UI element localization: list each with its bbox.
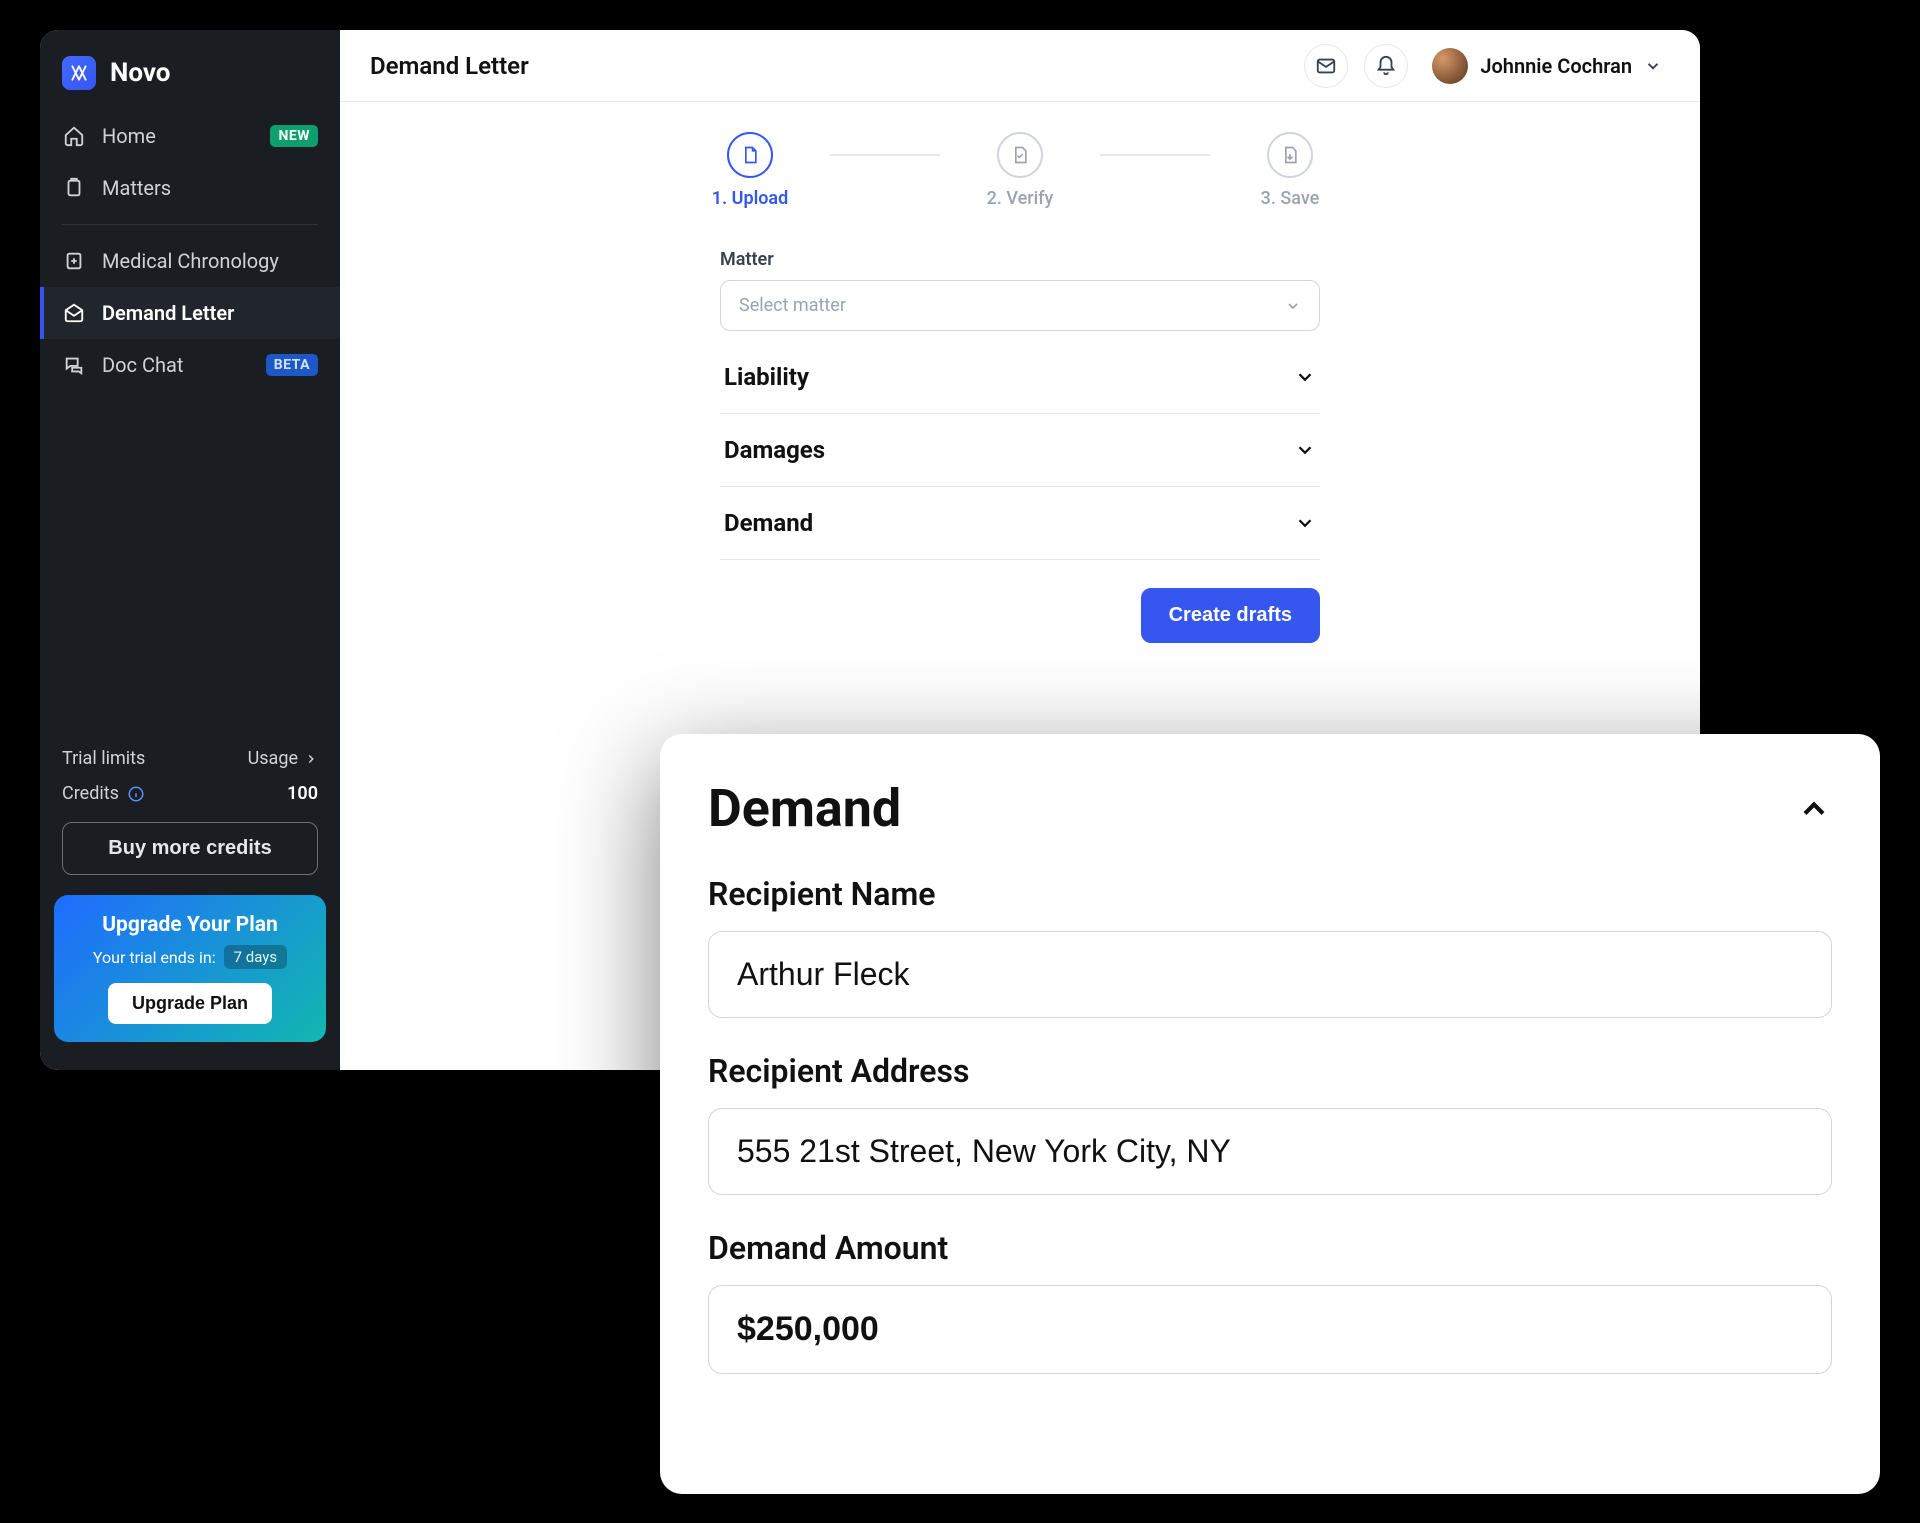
sidebar-item-matters[interactable]: Matters	[40, 162, 340, 214]
chevron-down-icon	[1285, 298, 1301, 314]
step-upload[interactable]: 1. Upload	[670, 132, 830, 209]
usage-link[interactable]: Usage	[248, 748, 318, 769]
step-label: 3. Save	[1261, 188, 1320, 209]
stepper: 1. Upload 2. Verify	[670, 132, 1370, 209]
mail-button[interactable]	[1304, 44, 1348, 88]
upgrade-subtitle: Your trial ends in: 7 days	[72, 945, 308, 969]
trial-limits-label: Trial limits	[62, 748, 145, 769]
buy-credits-button[interactable]: Buy more credits	[62, 822, 318, 875]
chevron-down-icon	[1644, 57, 1662, 75]
step-label: 2. Verify	[987, 188, 1054, 209]
accordion-title: Demand	[724, 509, 813, 537]
sidebar-item-home[interactable]: Home NEW	[40, 110, 340, 162]
brand-logo-icon	[62, 56, 96, 90]
sidebar-item-medical-chronology[interactable]: Medical Chronology	[40, 235, 340, 287]
demand-panel: Demand Recipient Name Recipient Address …	[660, 734, 1880, 1494]
upgrade-plan-button[interactable]: Upgrade Plan	[108, 983, 272, 1024]
chevron-up-icon[interactable]	[1796, 791, 1832, 827]
brand-name: Novo	[110, 58, 170, 88]
matter-placeholder: Select matter	[739, 295, 846, 316]
demand-amount-input[interactable]	[708, 1285, 1832, 1374]
mail-icon	[1315, 55, 1337, 77]
step-label: 1. Upload	[712, 188, 788, 209]
chevron-down-icon	[1294, 512, 1316, 534]
chat-icon	[62, 353, 86, 377]
accordion-demand[interactable]: Demand	[720, 487, 1320, 560]
accordion-liability[interactable]: Liability	[720, 341, 1320, 414]
matter-select[interactable]: Select matter	[720, 280, 1320, 331]
chevron-down-icon	[1294, 366, 1316, 388]
demand-amount-label: Demand Amount	[708, 1229, 1832, 1267]
nav-divider	[62, 224, 318, 225]
upgrade-title: Upgrade Your Plan	[72, 913, 308, 937]
home-icon	[62, 124, 86, 148]
notifications-button[interactable]	[1364, 44, 1408, 88]
brand: Novo	[40, 48, 340, 110]
chevron-down-icon	[1294, 439, 1316, 461]
medical-icon	[62, 249, 86, 273]
recipient-name-input[interactable]	[708, 931, 1832, 1018]
avatar	[1432, 48, 1468, 84]
accordion-title: Damages	[724, 436, 825, 464]
sidebar-item-label: Matters	[102, 176, 171, 200]
trial-limits-section: Trial limits Usage Credits 100 Buy more	[40, 748, 340, 875]
topbar: Demand Letter Johnnie Cochran	[340, 30, 1700, 102]
step-connector	[1100, 154, 1210, 156]
bell-icon	[1375, 55, 1397, 77]
usage-label: Usage	[248, 748, 298, 769]
create-drafts-button[interactable]: Create drafts	[1141, 588, 1320, 643]
sidebar-item-doc-chat[interactable]: Doc Chat BETA	[40, 339, 340, 391]
step-save[interactable]: 3. Save	[1210, 132, 1370, 209]
mail-open-icon	[62, 301, 86, 325]
new-badge: NEW	[270, 125, 318, 147]
sidebar-item-label: Home	[102, 124, 156, 148]
matter-label: Matter	[720, 249, 1320, 270]
sidebar-item-label: Medical Chronology	[102, 249, 279, 273]
beta-badge: BETA	[266, 354, 318, 376]
user-name: Johnnie Cochran	[1480, 54, 1632, 78]
form-area: Matter Select matter Liability Damages	[720, 249, 1320, 643]
chevron-right-icon	[304, 752, 318, 766]
step-verify[interactable]: 2. Verify	[940, 132, 1100, 209]
sidebar-nav: Home NEW Matters Medical Chronology	[40, 110, 340, 391]
credits-value: 100	[287, 783, 318, 804]
sidebar-item-demand-letter[interactable]: Demand Letter	[40, 287, 340, 339]
upgrade-card: Upgrade Your Plan Your trial ends in: 7 …	[54, 895, 326, 1042]
user-menu[interactable]: Johnnie Cochran	[1424, 44, 1670, 88]
sidebar: Novo Home NEW Matters Medica	[40, 30, 340, 1070]
verify-icon	[1010, 145, 1030, 165]
sidebar-item-label: Demand Letter	[102, 301, 234, 325]
document-icon	[740, 145, 760, 165]
page-title: Demand Letter	[370, 52, 529, 80]
save-icon	[1280, 145, 1300, 165]
accordion-damages[interactable]: Damages	[720, 414, 1320, 487]
step-connector	[830, 154, 940, 156]
recipient-name-label: Recipient Name	[708, 875, 1832, 913]
recipient-address-label: Recipient Address	[708, 1052, 1832, 1090]
sidebar-item-label: Doc Chat	[102, 353, 183, 377]
demand-panel-title: Demand	[708, 778, 901, 839]
trial-days-pill: 7 days	[224, 945, 288, 969]
clipboard-icon	[62, 176, 86, 200]
recipient-address-input[interactable]	[708, 1108, 1832, 1195]
credits-label: Credits	[62, 783, 119, 804]
info-icon[interactable]	[127, 785, 145, 803]
accordion-title: Liability	[724, 363, 809, 391]
